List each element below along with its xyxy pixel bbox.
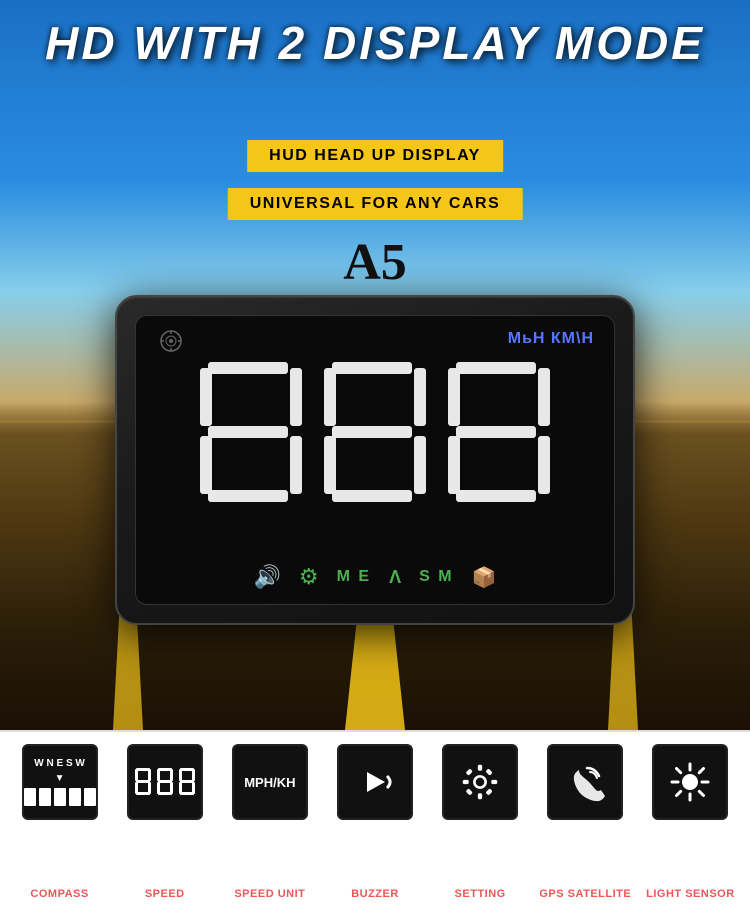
top-section: HD WITH 2 DISPLAY MODE HUD HEAD UP DISPL… (0, 0, 750, 730)
mini-digit-3 (178, 767, 196, 797)
mini-digit-1 (134, 767, 152, 797)
digits-display (136, 358, 614, 506)
s-symbol: S M (419, 568, 453, 586)
feature-speed: SPEED (115, 744, 214, 900)
hud-bottom-icons: 🔊 ⚙ M E Λ S M 📦 (136, 564, 614, 590)
light-label: LIGHT SENSOR (646, 888, 735, 900)
buzzer-icon (357, 764, 393, 800)
buzzer-label: BUZZER (351, 888, 399, 900)
volume-icon: 🔊 (254, 564, 281, 590)
setting-label: SETTING (455, 888, 506, 900)
mph-kh-text: MPH/KH (244, 775, 295, 790)
digit-1 (196, 358, 306, 506)
menu-text: M E (337, 568, 371, 586)
mini-digit-2 (156, 767, 174, 797)
digit-2 (320, 358, 430, 506)
compass-box: W N E S W ▼ (22, 744, 98, 820)
hud-device: МьН КМ\Н (115, 295, 635, 625)
compass-label: COMPASS (30, 888, 88, 900)
gps-label: GPS SATELLITE (539, 888, 631, 900)
digit-3 (444, 358, 554, 506)
buzzer-box (337, 744, 413, 820)
feature-items: W N E S W ▼ COMPASS (0, 732, 750, 908)
compass-display: W N E S W ▼ (24, 758, 96, 806)
speed-label: SPEED (145, 888, 185, 900)
speed-unit-box: MPH/KH (232, 744, 308, 820)
speaker-icon (160, 330, 182, 357)
feature-light: LIGHT SENSOR (641, 744, 740, 900)
speed-digits-display (134, 767, 196, 797)
gear-icon (461, 763, 499, 801)
gps-icon (565, 762, 605, 802)
speed-unit-label-text: SPEED UNIT (234, 888, 305, 900)
badge-hud: HUD HEAD UP DISPLAY (247, 140, 503, 172)
model-name: A5 (343, 233, 407, 292)
lambda-symbol: Λ (389, 567, 401, 588)
light-box (652, 744, 728, 820)
bottom-strip: W N E S W ▼ COMPASS (0, 730, 750, 908)
gps-box (547, 744, 623, 820)
setting-box (442, 744, 518, 820)
feature-speed-unit: MPH/KH SPEED UNIT (220, 744, 319, 900)
hud-screen: МьН КМ\Н (135, 315, 615, 605)
feature-compass: W N E S W ▼ COMPASS (10, 744, 109, 900)
badge-universal: UNIVERSAL FOR ANY CARS (228, 188, 523, 220)
settings-icon: ⚙ (299, 564, 319, 590)
main-title: HD WITH 2 DISPLAY MODE (0, 18, 750, 69)
feature-setting: SETTING (431, 744, 530, 900)
speed-unit-label: МьН КМ\Н (508, 330, 594, 348)
light-icon (668, 760, 712, 804)
speed-box (127, 744, 203, 820)
box-icon: 📦 (472, 565, 497, 590)
feature-buzzer: BUZZER (325, 744, 424, 900)
feature-gps: GPS SATELLITE (536, 744, 635, 900)
